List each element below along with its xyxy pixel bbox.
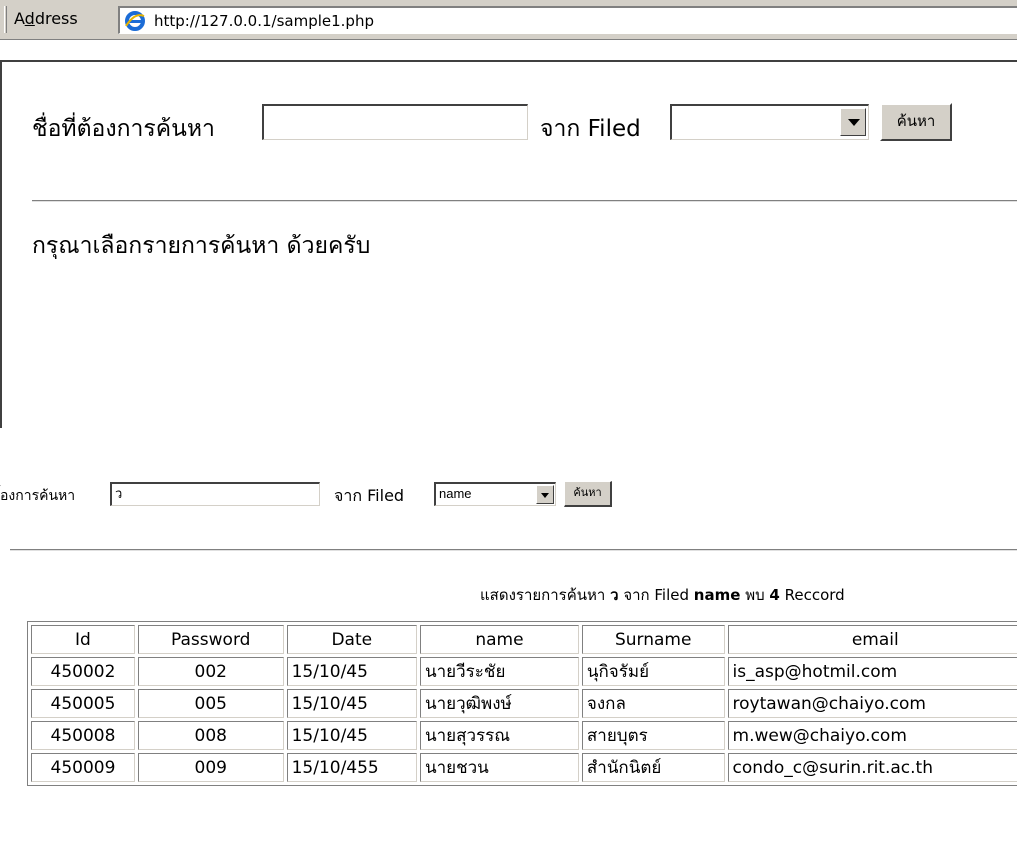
- column-header-name: name: [419, 625, 579, 654]
- results-table: Id Password Date name Surname email 4500…: [27, 621, 1017, 786]
- cell-surname: สายบุตร: [581, 721, 725, 750]
- field-label: จาก Filed: [334, 486, 405, 505]
- cell-password: 005: [137, 689, 284, 718]
- chevron-down-icon[interactable]: [536, 485, 554, 504]
- result-field: name: [693, 586, 741, 604]
- search-label: ชื่อที่ต้องการค้นหา: [32, 116, 215, 142]
- search-input[interactable]: ว: [110, 482, 320, 506]
- column-header-surname: Surname: [581, 625, 725, 654]
- cell-email: condo_c@surin.rit.ac.th: [727, 753, 1017, 782]
- cell-id: 450008: [31, 721, 135, 750]
- column-header-email: email: [727, 625, 1017, 654]
- divider: [10, 549, 1017, 551]
- cell-surname: นุกิจรัมย์: [581, 657, 725, 686]
- cell-email: m.wew@chaiyo.com: [727, 721, 1017, 750]
- cell-date: 15/10/455: [286, 753, 417, 782]
- cell-name: นายชวน: [419, 753, 579, 782]
- table-row: 450002 002 15/10/45 นายวีระชัย นุกิจรัมย…: [31, 657, 1017, 686]
- result-keyword: ว: [610, 586, 619, 604]
- chevron-down-icon[interactable]: [840, 108, 866, 136]
- cell-email: roytawan@chaiyo.com: [727, 689, 1017, 718]
- cell-id: 450002: [31, 657, 135, 686]
- cell-name: นายวีระชัย: [419, 657, 579, 686]
- cell-id: 450009: [31, 753, 135, 782]
- browser-window: Address http://127.0.0.1/sample1.php ชื่…: [0, 0, 1017, 428]
- result-from: จาก Filed: [623, 586, 690, 604]
- table-row: 450009 009 15/10/455 นายชวน สำนักนิตย์ c…: [31, 753, 1017, 782]
- search-label: ้องการค้นหา: [0, 488, 76, 504]
- cell-email: is_asp@hotmil.com: [727, 657, 1017, 686]
- result-prefix: แสดงรายการค้นหา: [480, 586, 606, 604]
- cell-name: นายวุฒิพงษ์: [419, 689, 579, 718]
- address-label: Address: [14, 9, 78, 28]
- cell-surname: จงกล: [581, 689, 725, 718]
- results-page: ้องการค้นหา ว จาก Filed name ค้นหา แสดงร…: [0, 428, 1017, 841]
- search-button[interactable]: ค้นหา: [564, 481, 612, 507]
- field-select-value: name: [439, 486, 472, 501]
- cell-password: 009: [137, 753, 284, 782]
- field-select[interactable]: [670, 104, 869, 140]
- cell-password: 002: [137, 657, 284, 686]
- result-summary: แสดงรายการค้นหา ว จาก Filed name พบ 4 Re…: [480, 583, 845, 607]
- toolbar-grip[interactable]: [4, 6, 7, 33]
- cell-date: 15/10/45: [286, 657, 417, 686]
- cell-date: 15/10/45: [286, 689, 417, 718]
- table-row: 450008 008 15/10/45 นายสุวรรณ สายบุตร m.…: [31, 721, 1017, 750]
- table-row: 450005 005 15/10/45 นายวุฒิพงษ์ จงกล roy…: [31, 689, 1017, 718]
- result-found: พบ: [745, 586, 765, 604]
- table-header-row: Id Password Date name Surname email: [31, 625, 1017, 654]
- cell-name: นายสุวรรณ: [419, 721, 579, 750]
- page-content: ชื่อที่ต้องการค้นหา จาก Filed ค้นหา กรุณ…: [0, 60, 1017, 428]
- search-button[interactable]: ค้นหา: [880, 103, 952, 141]
- cell-password: 008: [137, 721, 284, 750]
- column-header-date: Date: [286, 625, 417, 654]
- internet-explorer-icon: [124, 10, 146, 32]
- result-unit: Reccord: [784, 586, 845, 604]
- field-select[interactable]: name: [434, 482, 556, 506]
- cell-surname: สำนักนิตย์: [581, 753, 725, 782]
- column-header-id: Id: [31, 625, 135, 654]
- address-field[interactable]: http://127.0.0.1/sample1.php: [118, 6, 1017, 34]
- result-count: 4: [769, 586, 780, 604]
- field-label: จาก Filed: [540, 116, 641, 142]
- column-header-password: Password: [137, 625, 284, 654]
- status-message: กรุณาเลือกรายการค้นหา ด้วยครับ: [32, 233, 371, 259]
- divider: [32, 200, 1017, 202]
- address-bar: Address http://127.0.0.1/sample1.php: [0, 0, 1017, 40]
- cell-date: 15/10/45: [286, 721, 417, 750]
- address-url[interactable]: http://127.0.0.1/sample1.php: [154, 12, 374, 30]
- search-input[interactable]: [262, 104, 528, 140]
- cell-id: 450005: [31, 689, 135, 718]
